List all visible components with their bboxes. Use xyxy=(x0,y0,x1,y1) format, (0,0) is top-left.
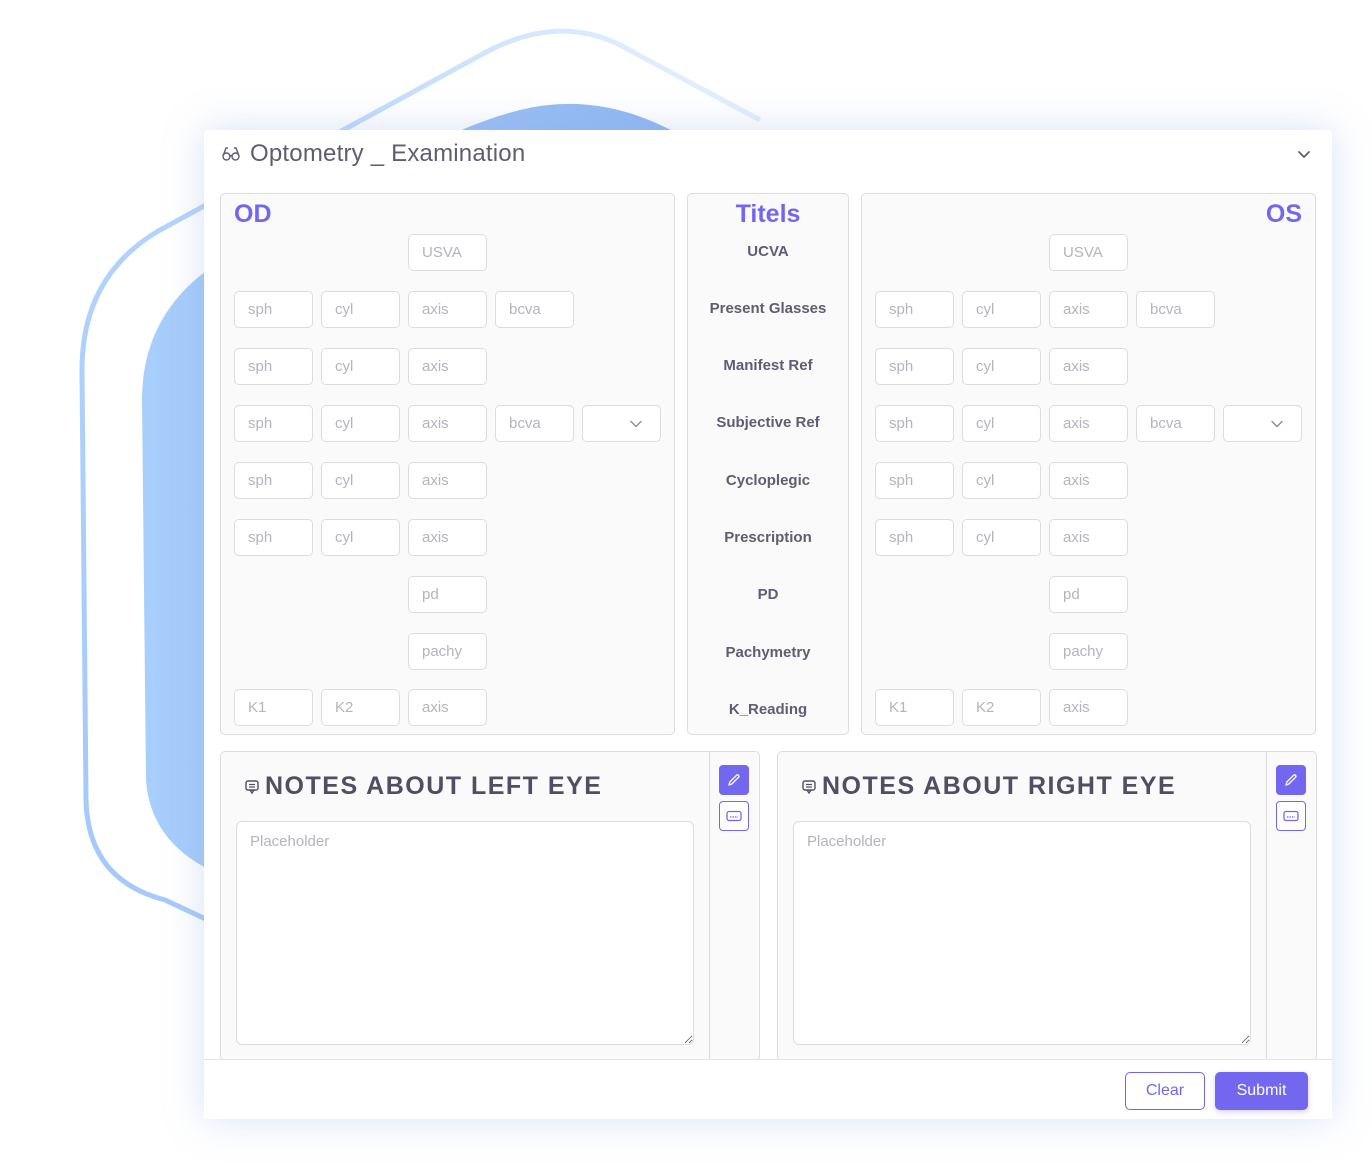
titel-cycloplegic: Cycloplegic xyxy=(725,472,811,489)
notes-right-title: NOTES ABOUT RIGHT EYE xyxy=(822,772,1177,800)
titel-k-reading: K_Reading xyxy=(728,701,808,718)
notes-right-toolbar xyxy=(1266,752,1316,1060)
keyboard-icon xyxy=(1283,810,1299,822)
os-cycloplegic-axis-input[interactable] xyxy=(1049,462,1128,499)
os-cycloplegic-sph-input[interactable] xyxy=(875,462,954,499)
od-k-reading-k2-input[interactable] xyxy=(321,689,400,726)
od-manifest-ref-sph-input[interactable] xyxy=(234,348,313,385)
titel-manifest-ref: Manifest Ref xyxy=(723,357,813,374)
os-k-reading-axis-input[interactable] xyxy=(1049,689,1128,726)
titel-subjective-ref: Subjective Ref xyxy=(716,414,820,431)
od-k-reading-k1-input[interactable] xyxy=(234,689,313,726)
os-present-glasses-bcva-input[interactable] xyxy=(1136,291,1215,328)
chevron-down-icon xyxy=(630,420,642,428)
od-cycloplegic-cyl-input[interactable] xyxy=(321,462,400,499)
os-prescription-cyl-input[interactable] xyxy=(962,519,1041,556)
od-heading: OD xyxy=(234,200,272,228)
os-subjective-ref-cyl-input[interactable] xyxy=(962,405,1041,442)
card-title: Optometry _ Examination xyxy=(250,140,526,167)
os-ucva-usva-input[interactable] xyxy=(1049,234,1128,271)
card-footer: Clear Submit xyxy=(204,1059,1332,1119)
submit-button[interactable]: Submit xyxy=(1215,1072,1308,1110)
od-present-glasses-sph-input[interactable] xyxy=(234,291,313,328)
os-present-glasses-cyl-input[interactable] xyxy=(962,291,1041,328)
chevron-down-icon xyxy=(1271,420,1283,428)
edit-right-notes-button[interactable] xyxy=(1276,765,1306,795)
od-prescription-cyl-input[interactable] xyxy=(321,519,400,556)
od-subjective-ref-cyl-input[interactable] xyxy=(321,405,400,442)
os-subjective-ref-select[interactable] xyxy=(1223,405,1302,442)
os-manifest-ref-cyl-input[interactable] xyxy=(962,348,1041,385)
os-manifest-ref-sph-input[interactable] xyxy=(875,348,954,385)
os-k-reading-k1-input[interactable] xyxy=(875,689,954,726)
titel-pd: PD xyxy=(757,586,779,603)
os-prescription-axis-input[interactable] xyxy=(1049,519,1128,556)
titels-panel: Titels UCVA Present Glasses Manifest Ref… xyxy=(687,193,849,735)
comment-icon xyxy=(802,780,816,794)
os-pd-pd-input[interactable] xyxy=(1049,576,1128,613)
clear-button[interactable]: Clear xyxy=(1125,1072,1205,1110)
os-heading: OS xyxy=(1265,200,1302,228)
od-subjective-ref-axis-input[interactable] xyxy=(408,405,487,442)
comment-icon xyxy=(245,780,259,794)
od-present-glasses-cyl-input[interactable] xyxy=(321,291,400,328)
od-prescription-sph-input[interactable] xyxy=(234,519,313,556)
od-present-glasses-axis-input[interactable] xyxy=(408,291,487,328)
od-k-reading-axis-input[interactable] xyxy=(408,689,487,726)
notes-left-toolbar xyxy=(709,752,759,1060)
os-manifest-ref-axis-input[interactable] xyxy=(1049,348,1128,385)
od-ucva-usva-input[interactable] xyxy=(408,234,487,271)
notes-left-textarea[interactable] xyxy=(236,821,694,1045)
os-present-glasses-axis-input[interactable] xyxy=(1049,291,1128,328)
os-subjective-ref-axis-input[interactable] xyxy=(1049,405,1128,442)
card-header: Optometry _ Examination xyxy=(204,130,1332,180)
od-cycloplegic-sph-input[interactable] xyxy=(234,462,313,499)
optometry-examination-card: Optometry _ Examination OD Titels UCVA P… xyxy=(204,130,1332,1119)
od-panel: OD xyxy=(220,193,675,735)
notes-left-title: NOTES ABOUT LEFT EYE xyxy=(265,772,603,800)
titels-heading: Titels xyxy=(735,200,801,228)
os-subjective-ref-bcva-input[interactable] xyxy=(1136,405,1215,442)
od-pd-pd-input[interactable] xyxy=(408,576,487,613)
glasses-icon xyxy=(222,147,240,161)
od-pachymetry-pachy-input[interactable] xyxy=(408,633,487,670)
os-cycloplegic-cyl-input[interactable] xyxy=(962,462,1041,499)
os-subjective-ref-sph-input[interactable] xyxy=(875,405,954,442)
titel-ucva: UCVA xyxy=(747,243,789,260)
notes-right-textarea[interactable] xyxy=(793,821,1251,1045)
os-k-reading-k2-input[interactable] xyxy=(962,689,1041,726)
titel-present-glasses: Present Glasses xyxy=(709,300,827,317)
os-panel: OS xyxy=(861,193,1316,735)
od-manifest-ref-axis-input[interactable] xyxy=(408,348,487,385)
pencil-icon xyxy=(1285,774,1297,786)
notes-right-eye-panel: NOTES ABOUT RIGHT EYE xyxy=(777,751,1317,1061)
edit-left-notes-button[interactable] xyxy=(719,765,749,795)
od-subjective-ref-sph-input[interactable] xyxy=(234,405,313,442)
od-prescription-axis-input[interactable] xyxy=(408,519,487,556)
keyboard-icon xyxy=(726,810,742,822)
titel-pachymetry: Pachymetry xyxy=(725,644,811,661)
od-cycloplegic-axis-input[interactable] xyxy=(408,462,487,499)
os-prescription-sph-input[interactable] xyxy=(875,519,954,556)
keyboard-left-notes-button[interactable] xyxy=(719,801,749,831)
od-manifest-ref-cyl-input[interactable] xyxy=(321,348,400,385)
notes-left-eye-panel: NOTES ABOUT LEFT EYE xyxy=(220,751,760,1061)
os-pachymetry-pachy-input[interactable] xyxy=(1049,633,1128,670)
keyboard-right-notes-button[interactable] xyxy=(1276,801,1306,831)
os-present-glasses-sph-input[interactable] xyxy=(875,291,954,328)
titel-prescription: Prescription xyxy=(724,529,812,546)
od-subjective-ref-select[interactable] xyxy=(582,405,661,442)
od-subjective-ref-bcva-input[interactable] xyxy=(495,405,574,442)
od-present-glasses-bcva-input[interactable] xyxy=(495,291,574,328)
pencil-icon xyxy=(728,774,740,786)
chevron-down-icon[interactable] xyxy=(1294,144,1314,164)
